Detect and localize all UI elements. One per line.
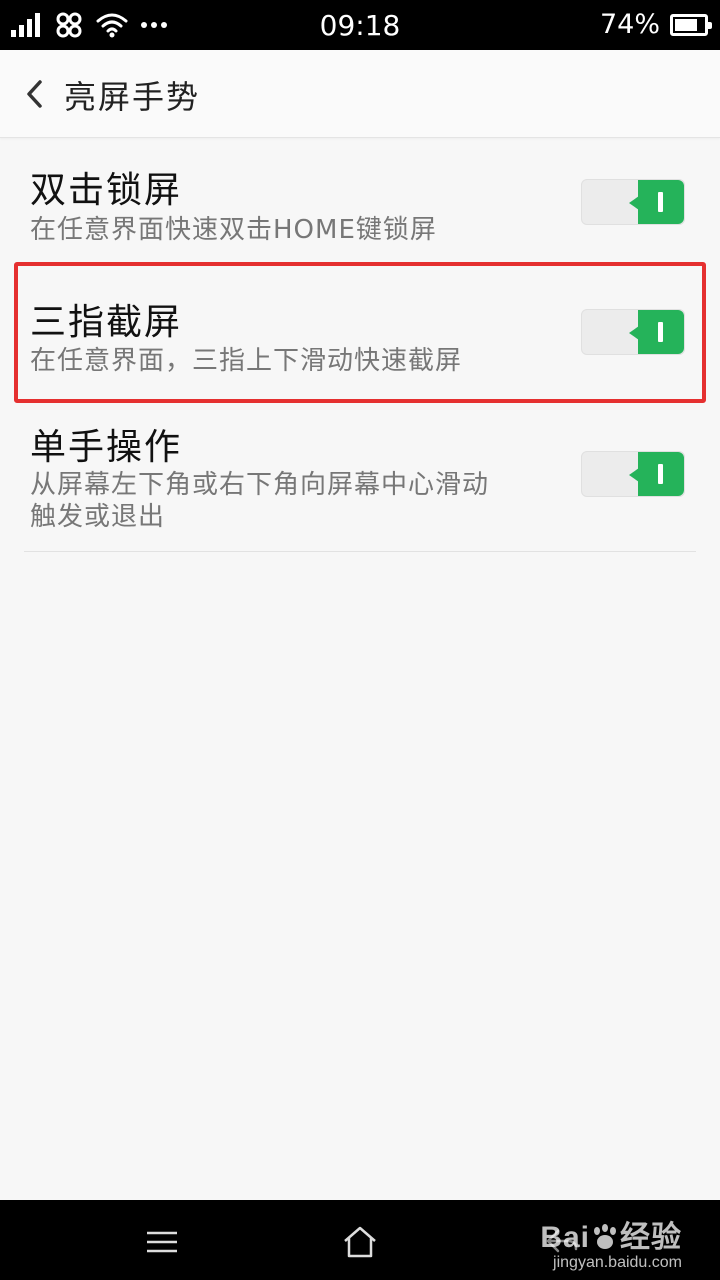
status-right: 74% [599,9,712,40]
watermark-url: jingyan.baidu.com [553,1254,682,1271]
setting-row-one-hand-mode: 单手操作 从屏幕左下角或右下角向屏幕中心滑动 触发或退出 [0,404,720,554]
setting-title: 单手操作 [30,427,183,468]
paw-icon [594,1224,616,1249]
setting-subtitle: 在任意界面，三指上下滑动快速截屏 [30,346,463,376]
chevron-left-icon [27,80,42,108]
toggle-double-tap-lock[interactable] [581,179,685,225]
home-button[interactable] [338,1220,382,1264]
toggle-knob [629,310,684,354]
home-icon [344,1226,376,1258]
setting-subtitle-line: 从屏幕左下角或右下角向屏幕中心滑动 [30,470,490,500]
watermark: Bai 经验 jingyan.baidu.com [540,1212,682,1272]
page-title: 亮屏手势 [64,78,201,116]
setting-subtitle: 在任意界面快速双击HOME键锁屏 [30,215,437,245]
battery-icon [670,13,712,36]
back-button[interactable] [14,72,54,116]
watermark-brand: Bai 经验 [540,1221,682,1254]
setting-row-double-tap-lock: 双击锁屏 在任意界面快速双击HOME键锁屏 [0,139,720,262]
menu-icon [147,1231,177,1253]
toggle-three-finger-screenshot[interactable] [581,309,685,355]
battery-percent: 74% [599,9,660,40]
toggle-knob [629,180,684,224]
setting-subtitle-line: 触发或退出 [30,502,166,532]
menu-button[interactable] [140,1220,184,1264]
battery-level [675,18,697,31]
setting-subtitle: 从屏幕左下角或右下角向屏幕中心滑动 触发或退出 [30,469,560,533]
divider [24,551,696,552]
status-bar: 09:18 74% [0,0,720,50]
toggle-knob [629,452,684,496]
setting-title: 三指截屏 [30,302,183,343]
toggle-one-hand-mode[interactable] [581,451,685,497]
page-header: 亮屏手势 [0,50,720,138]
setting-row-three-finger-screenshot: 三指截屏 在任意界面，三指上下滑动快速截屏 [0,269,720,404]
setting-title: 双击锁屏 [30,170,183,211]
